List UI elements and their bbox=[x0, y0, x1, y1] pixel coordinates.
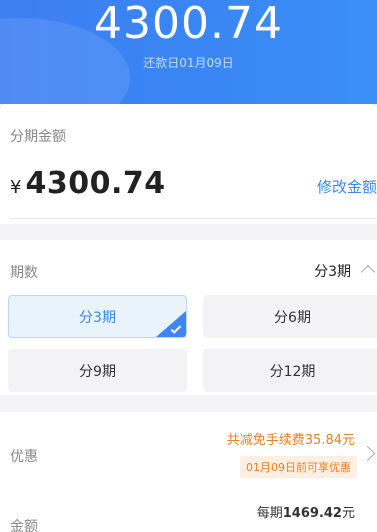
installment-amount-label: 分期金额 bbox=[10, 129, 66, 145]
period-option-label: 分9期 bbox=[79, 363, 116, 380]
selected-corner-icon bbox=[156, 311, 186, 337]
installment-amount-section: 分期金额 ¥ 4300.74 修改金额 bbox=[0, 104, 377, 224]
repayment-date: 还款日01月09日 bbox=[143, 56, 234, 70]
periods-section: 期数 分3期 分3期 分6期 分9期 分12期 bbox=[0, 240, 377, 395]
chevron-up-icon[interactable] bbox=[360, 264, 376, 280]
period-option-12[interactable]: 分12期 bbox=[203, 349, 377, 392]
repayment-label: 金额 bbox=[10, 519, 38, 532]
period-option-label: 分12期 bbox=[269, 363, 316, 380]
divider bbox=[10, 218, 377, 219]
modify-amount-link[interactable]: 修改金额 bbox=[317, 176, 377, 197]
discount-section[interactable]: 优惠 共减免手续费35.84元 01月09日前可享优惠 金额 每期1469.42… bbox=[0, 412, 377, 532]
period-selected-value[interactable]: 分3期 bbox=[314, 261, 351, 281]
header-amount: 4300.74 bbox=[94, 0, 283, 49]
discount-label: 优惠 bbox=[10, 449, 38, 465]
per-period-value: 1469.42 bbox=[282, 506, 342, 521]
per-period-amount: 每期1469.42元 bbox=[257, 502, 355, 521]
period-option-6[interactable]: 分6期 bbox=[203, 295, 377, 338]
period-option-label: 分3期 bbox=[79, 309, 116, 326]
period-option-3[interactable]: 分3期 bbox=[8, 295, 187, 338]
periods-label: 期数 bbox=[10, 265, 38, 281]
installment-amount-value: 4300.74 bbox=[25, 166, 166, 201]
per-period-prefix: 每期 bbox=[256, 506, 283, 521]
per-period-suffix: 元 bbox=[341, 506, 355, 521]
period-option-label: 分6期 bbox=[274, 309, 311, 326]
discount-badge: 01月09日前可享优惠 bbox=[240, 456, 357, 478]
discount-text: 共减免手续费35.84元 bbox=[226, 433, 355, 448]
currency-symbol: ¥ bbox=[10, 177, 22, 198]
installment-amount-row: ¥ 4300.74 bbox=[10, 166, 166, 201]
chevron-right-icon[interactable] bbox=[359, 445, 376, 462]
header-banner: 4300.74 还款日01月09日 bbox=[0, 0, 377, 104]
period-option-9[interactable]: 分9期 bbox=[8, 349, 187, 392]
